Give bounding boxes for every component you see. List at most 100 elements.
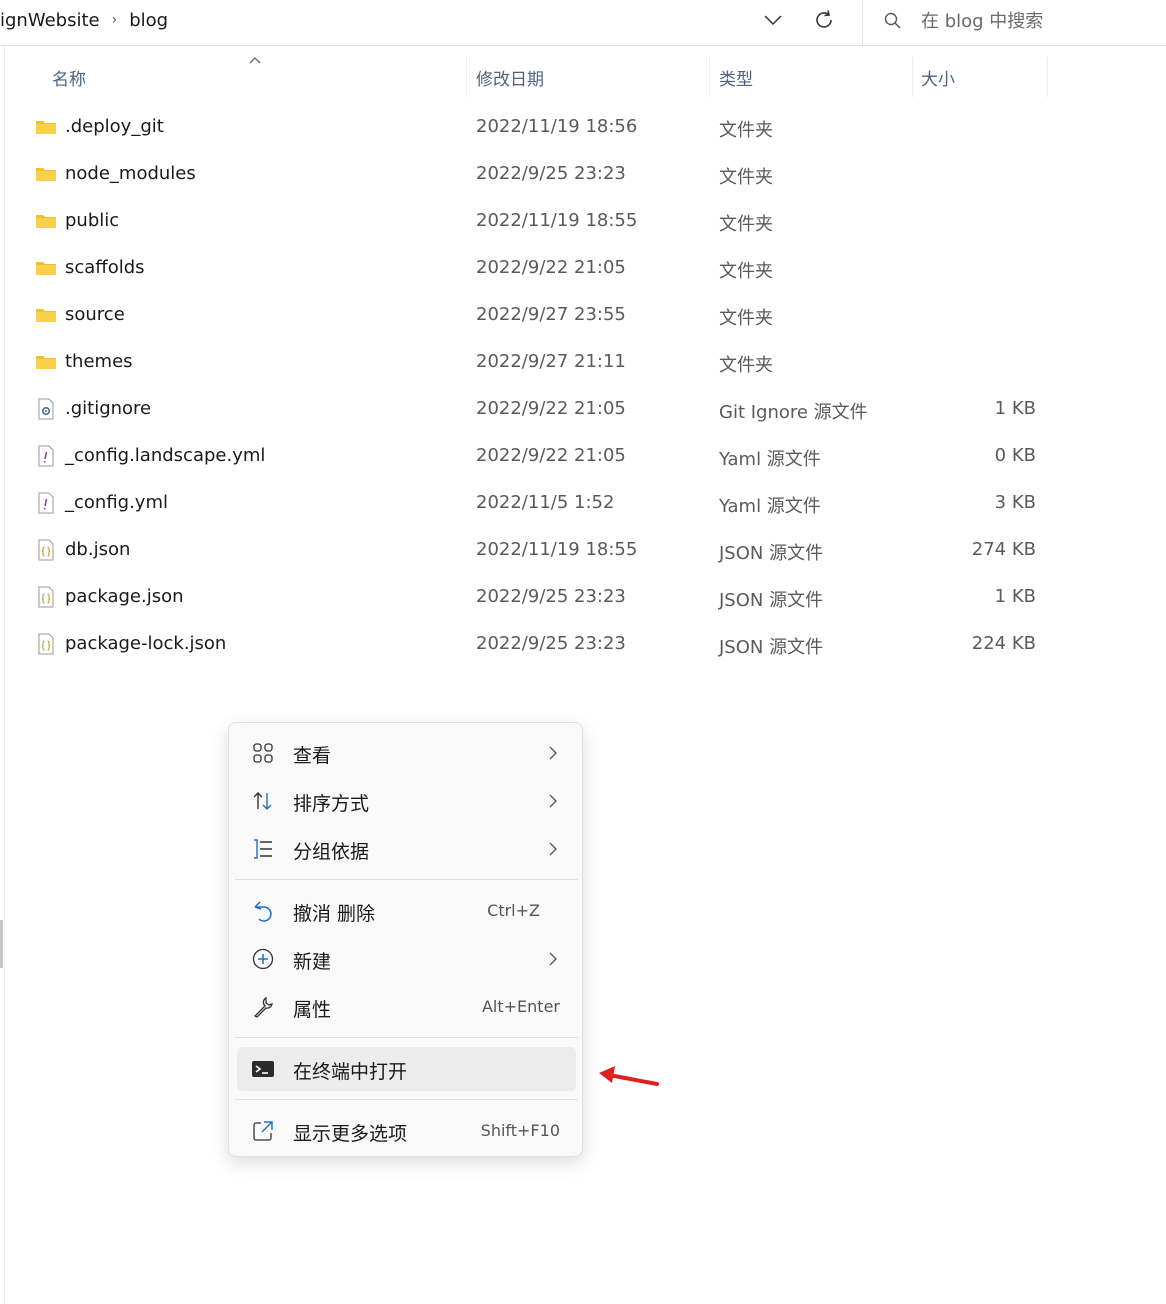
menu-item-shortcut: Ctrl+Z <box>487 901 540 920</box>
menu-item-label: 查看 <box>293 745 332 767</box>
chevron-right-icon <box>549 794 557 808</box>
file-size: 3 KB <box>994 492 1036 513</box>
menu-separator <box>235 879 578 880</box>
breadcrumb-parent[interactable]: ignWebsite <box>0 10 100 31</box>
column-header-size[interactable]: 大小 <box>921 55 955 99</box>
folder-icon <box>35 304 57 326</box>
menu-item-group[interactable]: 分组依据 <box>237 827 576 871</box>
menu-item-label: 在终端中打开 <box>293 1061 408 1083</box>
table-row[interactable]: public 2022/11/19 18:55 文件夹 <box>0 198 1166 245</box>
search-icon <box>884 12 901 29</box>
file-name: _config.yml <box>65 492 168 513</box>
menu-item-label: 新建 <box>293 951 332 973</box>
file-date: 2022/9/22 21:05 <box>476 445 626 466</box>
table-row[interactable]: db.json 2022/11/19 18:55 JSON 源文件 274 KB <box>0 527 1166 574</box>
file-date: 2022/11/5 1:52 <box>476 492 615 513</box>
file-name: public <box>65 210 120 231</box>
menu-separator <box>235 1037 578 1038</box>
yaml-file-icon <box>35 492 57 514</box>
table-row[interactable]: .gitignore 2022/9/22 21:05 Git Ignore 源文… <box>0 386 1166 433</box>
menu-item-undo[interactable]: 撤消 删除 Ctrl+Z <box>237 889 576 933</box>
undo-icon <box>254 901 272 922</box>
column-divider[interactable] <box>912 57 913 97</box>
column-divider[interactable] <box>709 57 710 97</box>
file-date: 2022/9/27 21:11 <box>476 351 626 372</box>
table-row[interactable]: themes 2022/9/27 21:11 文件夹 <box>0 339 1166 386</box>
address-bar: ignWebsite › blog <box>0 0 1166 46</box>
menu-item-properties[interactable]: 属性 Alt+Enter <box>237 985 576 1029</box>
file-size: 0 KB <box>994 445 1036 466</box>
file-type: JSON 源文件 <box>719 543 824 564</box>
file-name: package.json <box>65 586 184 607</box>
nav-pane-scrollbar[interactable] <box>0 920 3 968</box>
menu-item-view[interactable]: 查看 <box>237 731 576 775</box>
file-name: scaffolds <box>65 257 145 278</box>
file-type: 文件夹 <box>719 120 773 141</box>
table-row[interactable]: _config.yml 2022/11/5 1:52 Yaml 源文件 3 KB <box>0 480 1166 527</box>
wrench-icon <box>253 996 273 1018</box>
file-type: JSON 源文件 <box>719 637 824 658</box>
table-row[interactable]: source 2022/9/27 23:55 文件夹 <box>0 292 1166 339</box>
file-name: _config.landscape.yml <box>65 445 266 466</box>
menu-item-label: 排序方式 <box>293 793 370 815</box>
table-row[interactable]: package.json 2022/9/25 23:23 JSON 源文件 1 … <box>0 574 1166 621</box>
file-name: themes <box>65 351 133 372</box>
search-box[interactable] <box>863 0 1166 42</box>
folder-icon <box>35 210 57 232</box>
group-list-icon <box>254 839 272 859</box>
add-circle-icon <box>252 948 274 970</box>
file-name: db.json <box>65 539 131 560</box>
file-date: 2022/9/22 21:05 <box>476 398 626 419</box>
file-type: 文件夹 <box>719 261 773 282</box>
file-size: 1 KB <box>994 398 1036 419</box>
annotation-arrow-icon <box>599 1066 659 1086</box>
chevron-right-icon <box>549 842 557 856</box>
table-row[interactable]: scaffolds 2022/9/22 21:05 文件夹 <box>0 245 1166 292</box>
search-input[interactable] <box>921 10 1151 32</box>
file-name: .gitignore <box>65 398 152 419</box>
menu-item-label: 分组依据 <box>293 841 370 863</box>
file-date: 2022/11/19 18:55 <box>476 210 638 231</box>
menu-item-open-terminal[interactable]: 在终端中打开 <box>237 1047 576 1091</box>
menu-item-new[interactable]: 新建 <box>237 937 576 981</box>
column-divider[interactable] <box>466 57 467 97</box>
chevron-right-icon <box>549 952 557 966</box>
column-header-date[interactable]: 修改日期 <box>476 55 544 99</box>
file-date: 2022/11/19 18:56 <box>476 116 638 137</box>
column-divider[interactable] <box>1047 57 1048 97</box>
menu-separator <box>235 1099 578 1100</box>
folder-icon <box>35 163 57 185</box>
menu-item-sort[interactable]: 排序方式 <box>237 779 576 823</box>
menu-item-label: 撤消 删除 <box>293 903 376 925</box>
menu-item-more-options[interactable]: 显示更多选项 Shift+F10 <box>237 1109 576 1153</box>
file-date: 2022/9/22 21:05 <box>476 257 626 278</box>
file-type: Git Ignore 源文件 <box>719 402 868 423</box>
refresh-button[interactable] <box>806 4 842 36</box>
menu-item-shortcut: Shift+F10 <box>480 1121 560 1140</box>
file-date: 2022/9/25 23:23 <box>476 633 626 654</box>
sort-icon <box>253 792 272 810</box>
file-date: 2022/9/27 23:55 <box>476 304 626 325</box>
breadcrumb-current[interactable]: blog <box>129 10 168 31</box>
breadcrumb-separator-icon: › <box>111 12 118 28</box>
chevron-down-icon <box>764 15 782 26</box>
file-type: Yaml 源文件 <box>719 449 821 470</box>
address-history-button[interactable] <box>756 6 790 34</box>
breadcrumb: ignWebsite › blog <box>0 0 168 40</box>
table-row[interactable]: _config.landscape.yml 2022/9/22 21:05 Ya… <box>0 433 1166 480</box>
file-type: JSON 源文件 <box>719 590 824 611</box>
file-size: 1 KB <box>994 586 1036 607</box>
context-menu: 查看 排序方式 分组依据 撤消 删除 Ctrl+Z 新建 属性 Alt+Ente… <box>228 722 583 1157</box>
file-name: source <box>65 304 125 325</box>
menu-item-shortcut: Alt+Enter <box>481 997 560 1016</box>
file-type: 文件夹 <box>719 308 773 329</box>
table-row[interactable]: .deploy_git 2022/11/19 18:56 文件夹 <box>0 104 1166 151</box>
menu-item-label: 显示更多选项 <box>293 1123 408 1145</box>
table-row[interactable]: node_modules 2022/9/25 23:23 文件夹 <box>0 151 1166 198</box>
column-header-type[interactable]: 类型 <box>719 55 753 99</box>
file-size: 224 KB <box>971 633 1036 654</box>
column-header-name[interactable]: 名称 <box>52 55 86 99</box>
sort-ascending-icon <box>249 57 261 64</box>
table-row[interactable]: package-lock.json 2022/9/25 23:23 JSON 源… <box>0 621 1166 668</box>
file-date: 2022/9/25 23:23 <box>476 586 626 607</box>
